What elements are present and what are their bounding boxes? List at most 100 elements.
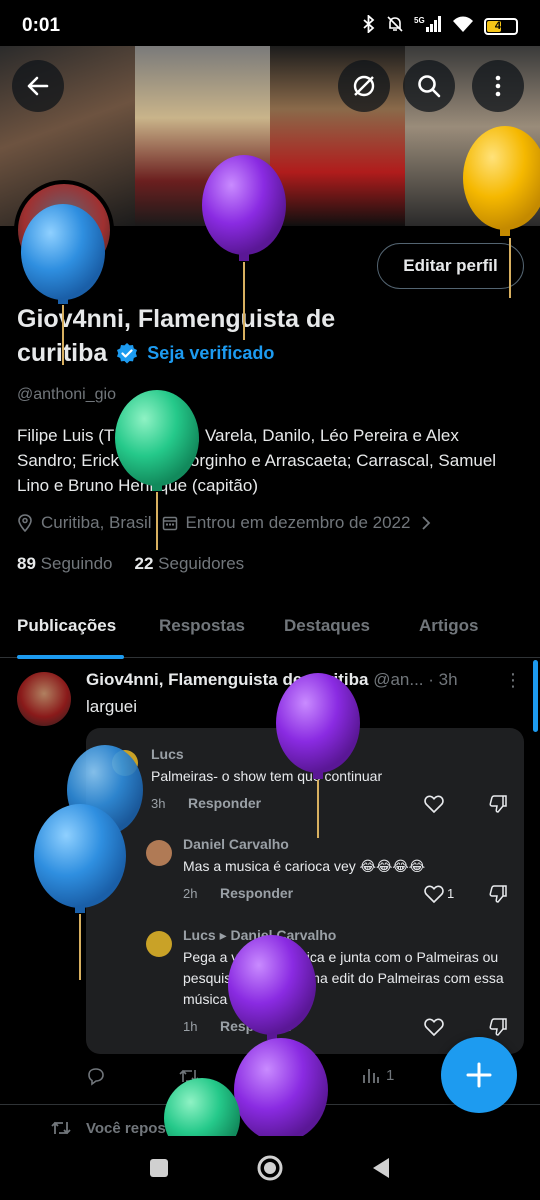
wifi-icon [452, 15, 474, 37]
followers-count: 22 [134, 554, 154, 573]
like-action[interactable] [271, 1066, 291, 1084]
scroll-indicator [533, 660, 538, 732]
comment-avatar [146, 931, 172, 957]
join-date-text: Entrou em dezembro de 2022 [185, 513, 411, 532]
heart-icon[interactable] [423, 1016, 445, 1038]
status-time: 0:01 [22, 15, 61, 36]
edit-profile-button[interactable]: Editar perfil [377, 243, 524, 289]
get-verified-link[interactable]: Seja verificado [147, 343, 274, 364]
recents-icon[interactable] [148, 1157, 170, 1179]
heart-icon[interactable] [423, 883, 445, 905]
comment-time: 2h [183, 886, 198, 901]
system-nav-bar [0, 1136, 540, 1200]
profile-tabs: Publicações Respostas Destaques Artigos [0, 604, 540, 659]
repost-action[interactable] [178, 1066, 200, 1086]
comment-avatar [112, 750, 138, 776]
post-text: larguei [86, 697, 138, 716]
profile-handle: @anthoni_gio [17, 386, 116, 403]
heart-icon[interactable] [423, 793, 445, 815]
more-button[interactable] [472, 60, 524, 112]
comment-avatar [146, 840, 172, 866]
profile-meta: Curitiba, Brasil Entrou em dezembro de 2… [17, 513, 432, 533]
arrow-left-icon [27, 76, 49, 96]
comment-icon [88, 1068, 104, 1086]
status-icons: 5G 45 [362, 13, 518, 37]
location-pin-icon [18, 514, 32, 532]
following-link[interactable]: 89 Seguindo [17, 554, 113, 574]
comment-text: Pega a vibe da música e junta com o Palm… [183, 949, 504, 1007]
repost-indicator: Você repostou [0, 1104, 540, 1137]
views-count: 1 [386, 1066, 395, 1084]
banner-photo-2 [135, 46, 270, 226]
status-bar: 0:01 5G 45 [0, 0, 540, 52]
comment-text: Palmeiras- o show tem que continuar [151, 768, 383, 784]
like-count: 1 [447, 886, 455, 901]
followers-label: Seguidores [158, 554, 245, 573]
mute-icon [386, 15, 404, 37]
compose-button[interactable] [441, 1037, 517, 1113]
post-handle-time: @an... · 3h [373, 670, 458, 689]
comment-author: Lucs [151, 746, 184, 762]
followers-link[interactable]: 22 Seguidores [135, 554, 245, 574]
comments-screenshot-card[interactable]: Lucs Palmeiras- o show tem que continuar… [86, 728, 524, 1054]
display-name: Giov4nni, Flamenguista de [17, 305, 336, 333]
reply-button[interactable]: Responder [220, 885, 293, 901]
location-text: Curitiba, Brasil [41, 513, 152, 532]
tab-respostas[interactable]: Respostas [159, 616, 245, 636]
post-author-avatar[interactable] [17, 672, 71, 726]
dislike-icon[interactable] [487, 793, 509, 815]
tab-artigos[interactable]: Artigos [419, 616, 479, 636]
home-icon[interactable] [256, 1154, 284, 1182]
bluetooth-icon [362, 13, 376, 37]
reply-button[interactable]: Responder [220, 1018, 293, 1034]
search-icon [418, 75, 441, 98]
battery-level: 45 [494, 20, 508, 32]
more-vertical-icon [495, 75, 501, 97]
comment-header: Lucs ▸ Daniel Carvalho [183, 927, 336, 944]
network-label: 5G [414, 16, 425, 25]
plus-icon [466, 1062, 492, 1088]
profile-bio: Filipe Luis (TEC), Rossi, Varela, Danilo… [17, 426, 497, 495]
comment-text: Mas a musica é carioca vey 😂😂😂😂 [183, 858, 426, 874]
image-off-icon [353, 75, 375, 97]
location: Curitiba, Brasil [17, 513, 152, 533]
signal-icon: 5G [414, 15, 442, 37]
back-nav-icon[interactable] [370, 1156, 392, 1180]
active-tab-indicator [17, 655, 124, 659]
profile-avatar[interactable] [14, 180, 114, 280]
views-icon [363, 1069, 379, 1083]
reply-arrow-icon: ▸ [219, 927, 227, 943]
post-more-icon[interactable]: ⋮ [504, 670, 522, 691]
repost-icon [179, 1069, 199, 1083]
reply-button[interactable]: Responder [188, 795, 261, 811]
dislike-icon[interactable] [487, 883, 509, 905]
tab-destaques[interactable]: Destaques [284, 616, 370, 636]
comment-author: Lucs [183, 927, 216, 943]
name-verify-row: curitiba Seja verificado [17, 339, 274, 368]
follow-stats: 89 Seguindo 22 Seguidores [17, 554, 244, 574]
heart-icon [271, 1066, 291, 1084]
verified-badge-icon [117, 342, 138, 363]
following-count: 89 [17, 554, 36, 573]
comment-time: 3h [151, 796, 166, 811]
join-date: Entrou em dezembro de 2022 [162, 513, 411, 533]
views-action[interactable]: 1 [362, 1066, 394, 1084]
display-name-line2: curitiba [17, 339, 108, 367]
battery-icon: 45 [484, 17, 518, 35]
following-label: Seguindo [40, 554, 113, 573]
reply-action[interactable] [86, 1066, 106, 1086]
post-header[interactable]: Giov4nni, Flamenguista de curitiba @an..… [86, 670, 486, 690]
post-author-name: Giov4nni, Flamenguista de curitiba [86, 670, 369, 689]
repost-icon [51, 1121, 71, 1135]
comment-reply-to: Daniel Carvalho [230, 927, 337, 943]
calendar-icon [162, 516, 177, 531]
repost-label: Você repostou [86, 1119, 190, 1137]
back-button[interactable] [12, 60, 64, 112]
comment-time: 1h [183, 1019, 198, 1034]
comment-author: Daniel Carvalho [183, 836, 289, 852]
search-button[interactable] [403, 60, 455, 112]
chevron-right-icon[interactable] [420, 515, 432, 531]
no-image-button[interactable] [338, 60, 390, 112]
dislike-icon[interactable] [487, 1016, 509, 1038]
tab-publicacoes[interactable]: Publicações [17, 616, 116, 636]
